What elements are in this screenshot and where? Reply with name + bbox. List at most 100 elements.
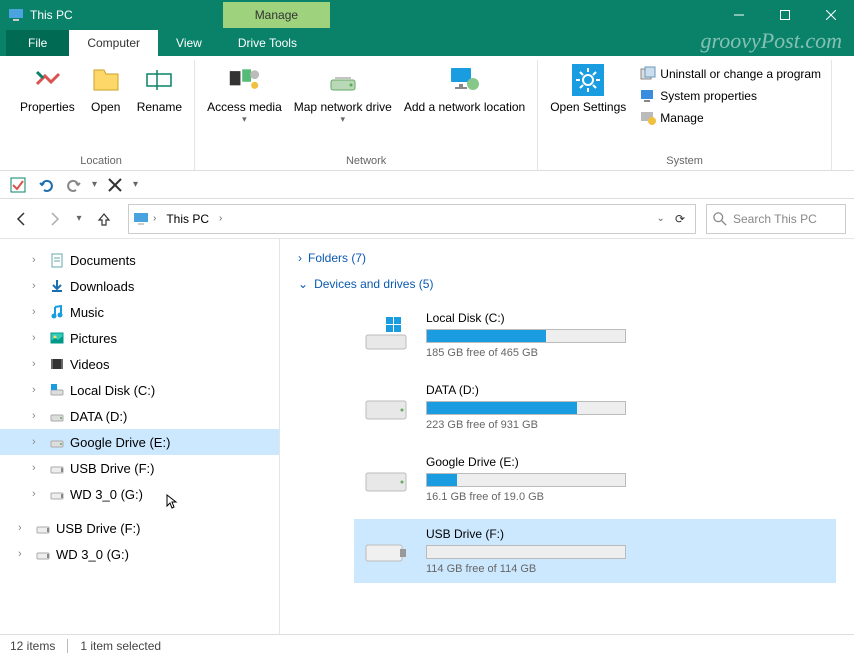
address-dropdown[interactable]: ⌄	[657, 213, 665, 224]
chevron-right-icon[interactable]: ›	[32, 358, 44, 370]
chevron-right-icon: ›	[298, 251, 302, 265]
drive-icon	[48, 407, 66, 425]
drive-status: 223 GB free of 931 GB	[426, 419, 828, 431]
ribbon-group-location: Properties Open Rename Location	[8, 60, 195, 170]
chevron-right-icon[interactable]: ›	[215, 213, 226, 224]
search-input[interactable]: Search This PC	[706, 204, 846, 234]
open-icon	[90, 64, 122, 96]
add-network-location-button[interactable]: Add a network location	[398, 60, 531, 118]
sidebar-item[interactable]: › WD 3_0 (G:)	[0, 481, 279, 507]
drive-item[interactable]: Local Disk (C:)185 GB free of 465 GB	[354, 303, 836, 367]
drive-item[interactable]: USB Drive (F:)114 GB free of 114 GB	[354, 519, 836, 583]
downloads-icon	[48, 277, 66, 295]
window-title: This PC	[30, 8, 73, 22]
chevron-right-icon[interactable]: ›	[149, 213, 160, 224]
chevron-right-icon[interactable]: ›	[32, 254, 44, 266]
tab-drive-tools[interactable]: Drive Tools	[220, 30, 315, 56]
sidebar-item-label: Local Disk (C:)	[70, 383, 155, 398]
sidebar-item-label: Downloads	[70, 279, 134, 294]
chevron-right-icon[interactable]: ›	[32, 488, 44, 500]
system-properties-button[interactable]: System properties	[636, 86, 825, 106]
refresh-button[interactable]: ⟳	[675, 212, 685, 226]
folders-group-header[interactable]: › Folders (7)	[298, 251, 836, 265]
rename-icon	[143, 64, 175, 96]
sidebar-item[interactable]: ›USB Drive (F:)	[0, 455, 279, 481]
sidebar-item-label: WD 3_0 (G:)	[70, 487, 143, 502]
rename-button[interactable]: Rename	[131, 60, 188, 118]
manage-button[interactable]: Manage	[636, 108, 825, 128]
chevron-right-icon[interactable]: ›	[32, 410, 44, 422]
chevron-right-icon[interactable]: ›	[32, 436, 44, 448]
drive-icon	[362, 461, 410, 497]
manage-context-tab[interactable]: Manage	[223, 2, 330, 28]
address-bar[interactable]: › This PC › ⌄ ⟳	[128, 204, 696, 234]
sidebar-item[interactable]: › Downloads	[0, 273, 279, 299]
access-media-button[interactable]: Access media ▾	[201, 60, 288, 129]
drive-status: 114 GB free of 114 GB	[426, 563, 828, 575]
qat-undo[interactable]	[36, 175, 56, 195]
sidebar-item-label: Music	[70, 305, 104, 320]
sidebar-item[interactable]: ›Videos	[0, 351, 279, 377]
sidebar-item-label: WD 3_0 (G:)	[56, 547, 129, 562]
chevron-right-icon[interactable]: ›	[18, 522, 30, 534]
forward-button[interactable]	[40, 205, 68, 233]
back-button[interactable]	[8, 205, 36, 233]
chevron-right-icon[interactable]: ›	[32, 462, 44, 474]
chevron-down-icon[interactable]: ▾	[92, 179, 97, 190]
qat-redo[interactable]	[64, 175, 84, 195]
drive-usage-bar	[426, 401, 626, 415]
content-area: ›Documents›Downloads›Music›Pictures›Vide…	[0, 239, 854, 636]
chevron-down-icon: ⌄	[298, 277, 308, 291]
close-button[interactable]	[808, 0, 854, 30]
chevron-right-icon[interactable]: ›	[32, 306, 44, 318]
sidebar-item[interactable]: ›Pictures	[0, 325, 279, 351]
sidebar-item-label: USB Drive (F:)	[56, 521, 141, 536]
documents-icon	[48, 251, 66, 269]
drive-usage-bar	[426, 329, 626, 343]
chevron-right-icon[interactable]: ›	[32, 280, 44, 292]
open-button[interactable]: Open	[81, 60, 131, 118]
status-item-count: 12 items	[10, 639, 55, 653]
up-button[interactable]	[90, 205, 118, 233]
navigation-pane[interactable]: ›Documents›Downloads›Music›Pictures›Vide…	[0, 239, 280, 636]
uninstall-program-button[interactable]: Uninstall or change a program	[636, 64, 825, 84]
recent-locations-button[interactable]: ▾	[72, 205, 86, 233]
this-pc-icon	[8, 7, 24, 23]
sidebar-item[interactable]: ›DATA (D:)	[0, 403, 279, 429]
drive-status: 16.1 GB free of 19.0 GB	[426, 491, 828, 503]
sidebar-item[interactable]: ›Documents	[0, 247, 279, 273]
chevron-right-icon[interactable]: ›	[18, 548, 30, 560]
sidebar-item[interactable]: › Music	[0, 299, 279, 325]
drive-item[interactable]: Google Drive (E:)16.1 GB free of 19.0 GB	[354, 447, 836, 511]
add-network-icon	[449, 64, 481, 96]
sidebar-item[interactable]: › WD 3_0 (G:)	[0, 541, 279, 567]
chevron-down-icon[interactable]: ▾	[133, 179, 138, 190]
minimize-button[interactable]	[716, 0, 762, 30]
qat-delete[interactable]	[105, 175, 125, 195]
properties-button[interactable]: Properties	[14, 60, 81, 118]
maximize-button[interactable]	[762, 0, 808, 30]
tab-file[interactable]: File	[6, 30, 69, 56]
chevron-right-icon[interactable]: ›	[32, 332, 44, 344]
access-media-icon	[228, 64, 260, 96]
usb-icon	[48, 459, 66, 477]
sidebar-item[interactable]: › Local Disk (C:)	[0, 377, 279, 403]
open-settings-button[interactable]: Open Settings	[544, 60, 632, 118]
tab-computer[interactable]: Computer	[69, 30, 158, 56]
sidebar-item[interactable]: › USB Drive (F:)	[0, 515, 279, 541]
main-pane[interactable]: › Folders (7) ⌄ Devices and drives (5) L…	[280, 239, 854, 636]
music-icon	[48, 303, 66, 321]
usb-icon	[34, 519, 52, 537]
status-bar: 12 items 1 item selected	[0, 634, 854, 657]
sidebar-item[interactable]: ›Google Drive (E:)	[0, 429, 279, 455]
search-icon	[713, 212, 727, 226]
tab-view[interactable]: View	[158, 30, 220, 56]
drives-group-header[interactable]: ⌄ Devices and drives (5)	[298, 277, 836, 291]
system-properties-icon	[640, 88, 656, 104]
breadcrumb-this-pc[interactable]: This PC	[160, 212, 215, 226]
qat-checkbox[interactable]	[8, 175, 28, 195]
chevron-right-icon[interactable]: ›	[32, 384, 44, 396]
titlebar: This PC Manage	[0, 0, 854, 30]
map-network-drive-button[interactable]: Map network drive ▾	[288, 60, 398, 129]
drive-item[interactable]: DATA (D:)223 GB free of 931 GB	[354, 375, 836, 439]
